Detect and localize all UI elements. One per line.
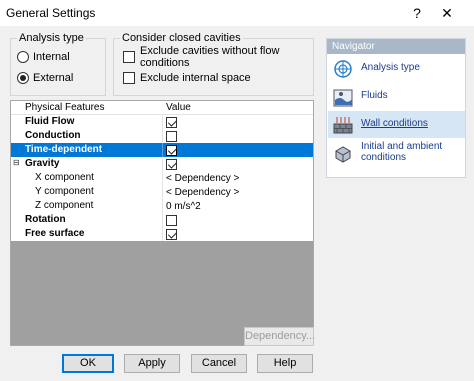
row-value	[166, 157, 177, 171]
column-separator	[162, 157, 163, 171]
apply-button[interactable]: Apply	[124, 354, 180, 373]
radio-external[interactable]: External	[17, 71, 73, 85]
nav-label: Fluids	[361, 90, 388, 101]
row-label: Fluid Flow	[25, 116, 75, 127]
analysis-type-icon	[334, 60, 352, 78]
row-label: Free surface	[25, 228, 85, 239]
closed-cavities-group: Consider closed cavities Exclude cavitie…	[113, 32, 314, 96]
column-separator	[162, 185, 163, 199]
nav-item-initial-conditions[interactable]: Initial and ambient conditions	[328, 139, 465, 171]
column-separator	[162, 115, 163, 129]
row-conduction[interactable]: Conduction	[11, 129, 313, 143]
row-value	[166, 115, 177, 129]
row-value[interactable]: < Dependency >	[166, 171, 239, 185]
row-label: Z component	[35, 200, 94, 211]
radio-external-label: External	[33, 72, 74, 84]
row-value	[166, 213, 177, 227]
fluids-icon	[333, 89, 353, 107]
column-separator	[162, 199, 163, 213]
gravity-checkbox[interactable]	[166, 158, 177, 170]
row-value	[166, 227, 177, 241]
exclude-internal-space-option[interactable]: Exclude internal space	[123, 71, 251, 85]
nav-label: Initial and ambient conditions	[361, 141, 443, 163]
title-bar: General Settings ? ✕	[0, 0, 474, 26]
radio-internal-button[interactable]	[17, 51, 29, 63]
row-x-component[interactable]: X component < Dependency >	[11, 171, 313, 185]
closed-cavities-legend: Consider closed cavities	[120, 32, 243, 44]
nav-item-analysis-type[interactable]: Analysis type	[328, 55, 465, 82]
radio-internal-label: Internal	[33, 51, 70, 63]
nav-item-wall-conditions[interactable]: Wall conditions	[328, 111, 465, 138]
header-value: Value	[166, 102, 191, 113]
initial-conditions-icon	[335, 146, 351, 163]
grid-header: Physical Features Value	[11, 101, 313, 115]
exclude-cavities-label: Exclude cavities without flow conditions	[140, 45, 280, 69]
nav-label: Wall conditions	[361, 118, 428, 129]
time-dependent-checkbox[interactable]	[166, 144, 177, 156]
navigator-title: Navigator	[327, 39, 465, 54]
column-separator	[162, 213, 163, 227]
row-label: Y component	[35, 186, 94, 197]
row-value[interactable]: < Dependency >	[166, 185, 239, 199]
analysis-type-legend: Analysis type	[17, 32, 86, 44]
free-surface-checkbox[interactable]	[166, 228, 177, 240]
dependency-button[interactable]: Dependency...	[244, 327, 315, 346]
row-value	[166, 129, 177, 143]
close-button[interactable]: ✕	[434, 3, 460, 23]
row-fluid-flow[interactable]: Fluid Flow	[11, 115, 313, 129]
column-separator	[162, 171, 163, 185]
row-value	[166, 143, 177, 157]
nav-item-fluids[interactable]: Fluids	[328, 83, 465, 110]
radio-internal[interactable]: Internal	[17, 50, 70, 64]
cancel-button[interactable]: Cancel	[191, 354, 247, 373]
row-label: X component	[35, 172, 94, 183]
ok-button[interactable]: OK	[62, 354, 114, 373]
conduction-checkbox[interactable]	[166, 130, 177, 142]
row-label: Rotation	[25, 214, 66, 225]
column-separator	[162, 143, 163, 157]
wall-conditions-icon	[333, 117, 353, 134]
rotation-checkbox[interactable]	[166, 214, 177, 226]
header-physical-features: Physical Features	[25, 102, 105, 113]
row-time-dependent[interactable]: Time-dependent	[11, 143, 313, 157]
column-separator	[162, 129, 163, 143]
row-label: Conduction	[25, 130, 81, 141]
analysis-type-group: Analysis type Internal External	[10, 32, 106, 96]
row-value[interactable]: 0 m/s^2	[166, 199, 201, 213]
row-z-component[interactable]: Z component 0 m/s^2	[11, 199, 313, 213]
exclude-internal-space-label: Exclude internal space	[140, 72, 251, 84]
row-free-surface[interactable]: Free surface	[11, 227, 313, 241]
navigator-panel: Navigator Analysis type Fluids Wall cond…	[326, 38, 466, 178]
row-gravity[interactable]: ⊟ Gravity	[11, 157, 313, 171]
window-title: General Settings	[6, 6, 96, 20]
row-label: Gravity	[25, 158, 60, 169]
physical-features-grid: Physical Features Value Fluid Flow Condu…	[10, 100, 314, 346]
nav-label: Analysis type	[361, 62, 420, 73]
help-title-button[interactable]: ?	[406, 3, 428, 23]
exclude-cavities-option[interactable]: Exclude cavities without flow conditions	[123, 45, 313, 69]
collapse-icon[interactable]: ⊟	[13, 158, 20, 167]
help-button[interactable]: Help	[257, 354, 313, 373]
dialog-body: Analysis type Internal External Consider…	[0, 26, 474, 381]
row-rotation[interactable]: Rotation	[11, 213, 313, 227]
fluid-flow-checkbox[interactable]	[166, 116, 177, 128]
exclude-cavities-checkbox[interactable]	[123, 51, 135, 63]
row-label: Time-dependent	[25, 144, 103, 155]
radio-external-button[interactable]	[17, 72, 29, 84]
exclude-internal-space-checkbox[interactable]	[123, 72, 135, 84]
row-y-component[interactable]: Y component < Dependency >	[11, 185, 313, 199]
column-separator	[162, 227, 163, 241]
